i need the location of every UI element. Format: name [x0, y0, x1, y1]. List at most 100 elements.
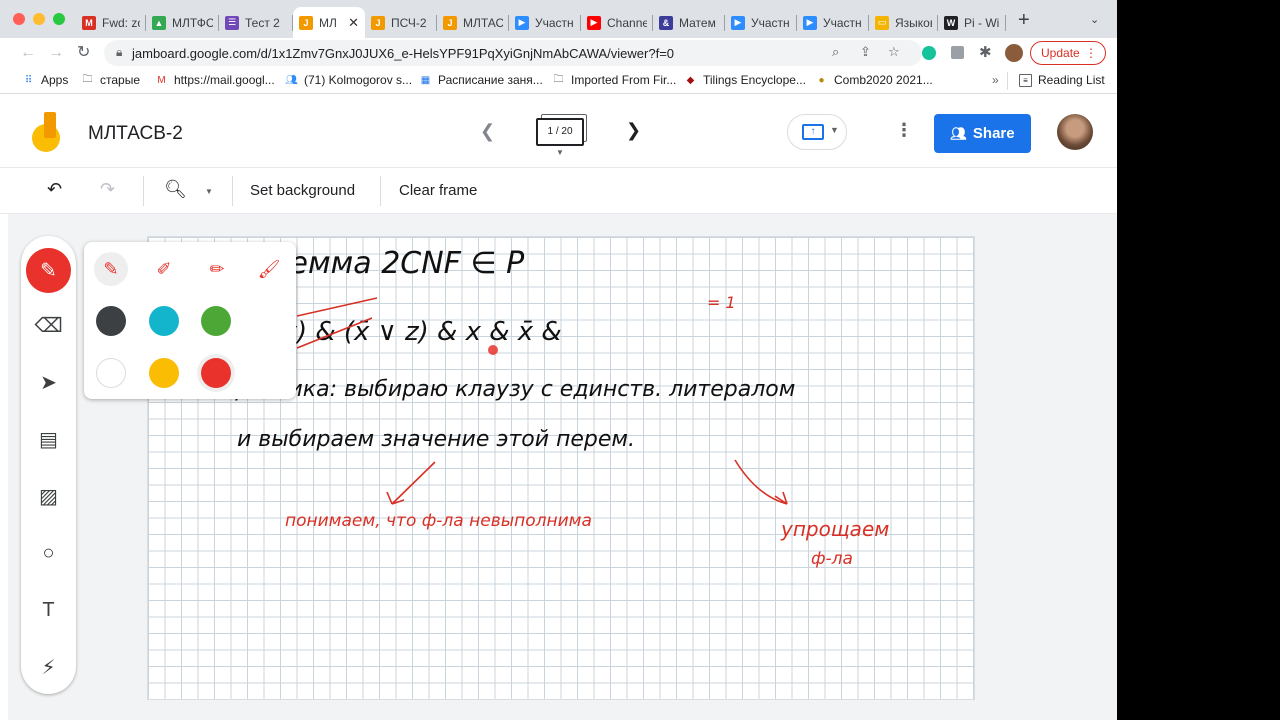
browser-tab[interactable]: ▭ Языков	[869, 7, 938, 38]
clear-frame-button[interactable]: Clear frame	[399, 182, 477, 199]
color-swatch[interactable]	[149, 358, 179, 388]
redo-icon[interactable]: ↷	[100, 179, 115, 200]
forward-arrow-icon[interactable]: →	[48, 43, 64, 63]
next-frame-chevron-icon[interactable]: ❯	[626, 120, 641, 141]
puzzle-extensions-icon[interactable]: ✱	[979, 43, 992, 61]
handwritten-note-right-1: упрощаем	[780, 517, 889, 541]
bookmark-item[interactable]: ⠿ Apps	[22, 73, 69, 87]
select-arrow-icon[interactable]: ➤	[29, 363, 68, 402]
more-bookmarks-chevron-icon[interactable]: »	[992, 73, 999, 87]
zoom-caret-icon[interactable]: ▼	[205, 187, 213, 196]
handwritten-note-right-2: ф-ла	[811, 549, 853, 569]
browser-tab[interactable]: ▶ Участн	[725, 7, 797, 38]
browser-tab[interactable]: J ПСЧ-2	[365, 7, 437, 38]
jamboard-icon: J	[443, 15, 457, 30]
star-icon[interactable]: ☆	[888, 44, 900, 60]
address-bar[interactable]: 🔒︎ jamboard.google.com/d/1x1Zmv7GnxJ0JUX…	[104, 40, 922, 66]
folder-icon: 🗀︎	[553, 73, 564, 85]
minimize-window-button[interactable]	[33, 13, 45, 25]
pen-type-pen-icon[interactable]: ✎	[94, 252, 128, 286]
update-label: Update	[1041, 46, 1080, 60]
browser-tab[interactable]: & Матем	[653, 7, 725, 38]
frame-bar-caret-icon[interactable]: ▼	[556, 148, 564, 157]
text-box-icon[interactable]: T	[29, 591, 68, 630]
people-icon: 👥︎	[950, 125, 967, 141]
bookmark-item[interactable]: 🗀︎ старые	[81, 73, 141, 87]
url-text[interactable]: jamboard.google.com/d/1x1Zmv7GnxJ0JUX6_e…	[132, 46, 674, 61]
pen-type-brush-icon[interactable]: 🖌︎	[252, 252, 286, 286]
pen-type-marker-icon[interactable]: ✐	[147, 252, 181, 286]
color-swatch[interactable]	[201, 306, 231, 336]
document-title[interactable]: МЛТАСВ-2	[88, 123, 183, 145]
bookmark-item[interactable]: ● Comb2020 2021...	[815, 73, 932, 87]
browser-tab[interactable]: J МЛ ✕	[293, 7, 365, 38]
zoom-lens-icon[interactable]: ⌕	[832, 44, 839, 60]
bookmark-item[interactable]: ◆ Tilings Encyclope...	[684, 73, 806, 87]
color-swatch[interactable]	[201, 358, 231, 388]
tab-title: Матем	[679, 15, 716, 30]
close-tab-icon[interactable]: ✕	[344, 15, 359, 31]
tab-search-chevron-icon[interactable]: ⌄	[1090, 13, 1099, 26]
pen-tool-icon[interactable]: ✎	[26, 248, 71, 293]
arrow-left	[386, 461, 436, 505]
color-swatch[interactable]	[149, 306, 179, 336]
color-swatch[interactable]	[96, 306, 126, 336]
folder-icon: 🗀︎	[82, 73, 93, 85]
share-button[interactable]: 👥︎ Share	[934, 114, 1031, 153]
bookmarks-divider	[1007, 72, 1008, 90]
laser-icon[interactable]: ⚡	[29, 648, 68, 687]
extension-icon[interactable]	[951, 46, 964, 59]
circle-shape-icon[interactable]: ○	[29, 534, 68, 573]
bookmark-label: https://mail.googl...	[174, 73, 275, 87]
tab-title: ПСЧ-2	[391, 15, 427, 30]
bookmark-item[interactable]: 🗀︎ Imported From Fir...	[552, 73, 677, 87]
image-icon[interactable]: ▨	[29, 477, 68, 516]
update-button[interactable]: Update ⋮	[1030, 41, 1106, 65]
jamboard-icon: J	[299, 15, 313, 30]
sticky-note-icon[interactable]: ▤	[29, 420, 68, 459]
color-swatch[interactable]	[96, 358, 126, 388]
pen-type-highlighter-icon[interactable]: ✏	[200, 252, 234, 286]
browser-tab[interactable]: ▶ Участн	[509, 7, 581, 38]
present-button[interactable]: ↑ ▼	[787, 114, 847, 150]
share-label: Share	[972, 125, 1015, 142]
back-arrow-icon[interactable]: ←	[20, 43, 36, 63]
browser-tab[interactable]: ▲ МЛТФС	[146, 7, 219, 38]
bookmark-item[interactable]: 👥︎ (71) Kolmogorov s...	[285, 73, 412, 87]
address-toolbar: ← → ↻ 🔒︎ jamboard.google.com/d/1x1Zmv7Gn…	[0, 38, 1117, 68]
gmail-icon: M	[157, 74, 166, 86]
eraser-icon[interactable]: ⌫	[29, 306, 68, 345]
profile-avatar[interactable]	[1005, 44, 1023, 62]
bookmark-label: Apps	[41, 73, 69, 87]
browser-tab[interactable]: ☰ Тест 2	[219, 7, 293, 38]
browser-tab[interactable]: M Fwd: zo	[76, 7, 146, 38]
browser-tab[interactable]: ▶ Участн	[797, 7, 869, 38]
more-options-icon[interactable]: ⋮	[895, 120, 913, 141]
previous-frame-chevron-icon[interactable]: ❮	[480, 121, 495, 142]
tab-title: МЛТФС	[172, 15, 213, 30]
maximize-window-button[interactable]	[53, 13, 65, 25]
reading-list-button[interactable]: ≡ Reading List	[1019, 73, 1105, 87]
browser-tab[interactable]: J МЛТАС	[437, 7, 509, 38]
bookmark-item[interactable]: ▦ Расписание заня...	[419, 73, 543, 87]
jamboard-icon: J	[371, 15, 385, 30]
comb-icon: ●	[818, 74, 825, 86]
close-window-button[interactable]	[13, 13, 25, 25]
zoom-icon[interactable]: 🔍︎	[164, 179, 187, 200]
frame-indicator[interactable]: 1 / 20	[536, 118, 584, 146]
bookmark-item[interactable]: Mhttps://mail.googl...	[155, 73, 275, 87]
tab-title: МЛ	[319, 15, 337, 30]
browser-tab[interactable]: W Pi - Wik	[938, 7, 1006, 38]
tab-strip: M Fwd: zo ▲ МЛТФС ☰ Тест 2 J МЛ ✕ J ПСЧ-2 J МЛТАС ▶ Уч…	[0, 0, 1117, 38]
reload-icon[interactable]: ↻	[77, 43, 90, 63]
undo-icon[interactable]: ↶	[47, 179, 62, 200]
account-avatar[interactable]	[1057, 114, 1093, 150]
browser-tab[interactable]: ▶ Channe	[581, 7, 653, 38]
grammarly-extension-icon[interactable]	[922, 46, 936, 60]
set-background-button[interactable]: Set background	[250, 182, 355, 199]
new-tab-button[interactable]: +	[1018, 9, 1030, 32]
tab-title: Channe	[607, 15, 647, 30]
present-screen-icon: ↑	[802, 124, 824, 140]
jamboard-logo[interactable]	[32, 112, 64, 152]
share-page-icon[interactable]: ⇪	[860, 44, 871, 60]
